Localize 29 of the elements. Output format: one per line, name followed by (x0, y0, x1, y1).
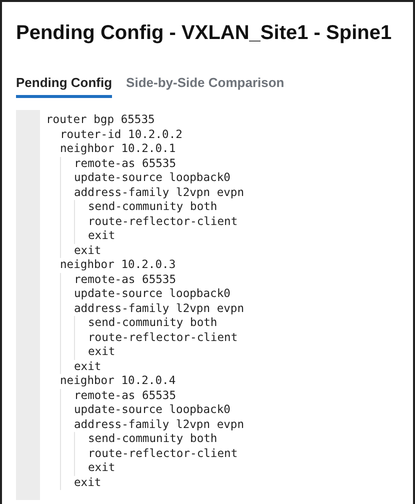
config-line: remote-as 65535 (74, 272, 176, 287)
config-line: router-id 10.2.0.2 (60, 128, 182, 142)
config-line: route-reflector-client (88, 446, 238, 461)
config-line: exit (74, 360, 102, 374)
config-line: remote-as 65535 (74, 156, 176, 171)
config-line: neighbor 10.2.0.1 (60, 142, 176, 156)
config-line: router bgp 65535 (46, 113, 155, 128)
config-line: exit (88, 345, 116, 360)
config-line: neighbor 10.2.0.4 (60, 374, 176, 388)
config-line: update-source loopback0 (74, 171, 230, 186)
config-line: exit (88, 229, 116, 244)
config-line: send-community both (88, 200, 218, 214)
dialog-title: Pending Config - VXLAN_Site1 - Spine1 (16, 22, 393, 45)
config-line: remote-as 65535 (74, 388, 176, 403)
tab[interactable]: Side-by-Side Comparison (126, 75, 284, 98)
config-line: exit (88, 461, 116, 476)
config-line: route-reflector-client (88, 330, 238, 345)
config-line: exit (74, 244, 102, 258)
config-line: neighbor 10.2.0.3 (60, 258, 176, 272)
config-line: update-source loopback0 (74, 287, 230, 302)
tab[interactable]: Pending Config (16, 75, 112, 98)
config-line: address-family l2vpn evpn (74, 302, 244, 316)
config-line: address-family l2vpn evpn (74, 186, 244, 200)
config-line: send-community both (88, 432, 218, 446)
config-line: route-reflector-client (88, 214, 238, 229)
config-line: update-source loopback0 (74, 403, 230, 418)
config-line: address-family l2vpn evpn (74, 418, 244, 432)
config-line: send-community both (88, 316, 218, 330)
config-line: exit (74, 476, 102, 490)
